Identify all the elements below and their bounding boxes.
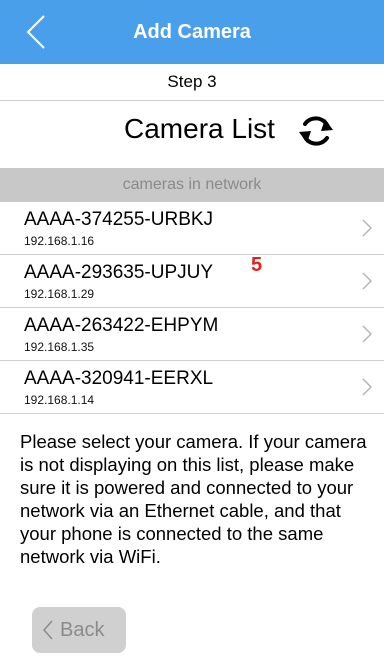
instructions-text: Please select your camera. If your camer… [20,431,367,567]
chevron-right-icon [362,378,372,396]
annotation-marker: 5 [251,254,263,276]
camera-list-title: Camera List [124,113,275,144]
section-header: cameras in network [0,168,384,202]
chevron-right-icon [362,272,372,290]
camera-ip: 192.168.1.16 [24,234,95,248]
camera-ip: 192.168.1.14 [24,393,95,407]
refresh-icon[interactable] [297,112,335,150]
camera-list-item[interactable]: AAAA-263422-EHPYM 192.168.1.35 [0,308,384,361]
camera-ip: 192.168.1.35 [24,340,95,354]
chevron-left-icon [42,620,53,640]
camera-name: AAAA-293635-UPJUY [24,262,214,283]
page-title: Add Camera [133,21,251,43]
nav-bar: Add Camera [0,0,384,64]
camera-name: AAAA-263422-EHPYM [24,315,219,336]
back-button[interactable]: Back [32,607,126,653]
chevron-right-icon [362,325,372,343]
chevron-right-icon [362,219,372,237]
camera-ip: 192.168.1.29 [24,287,95,301]
back-button-label: Back [60,619,105,641]
camera-list-item[interactable]: AAAA-320941-EERXL 192.168.1.14 [0,361,384,414]
camera-list: AAAA-374255-URBKJ 192.168.1.16 AAAA-2936… [0,202,384,414]
camera-list-item[interactable]: AAAA-374255-URBKJ 192.168.1.16 [0,202,384,255]
step-label: Step 3 [167,72,217,91]
camera-name: AAAA-320941-EERXL [24,368,214,389]
camera-name: AAAA-374255-URBKJ [24,209,214,230]
camera-list-item[interactable]: AAAA-293635-UPJUY 192.168.1.29 [0,255,384,308]
